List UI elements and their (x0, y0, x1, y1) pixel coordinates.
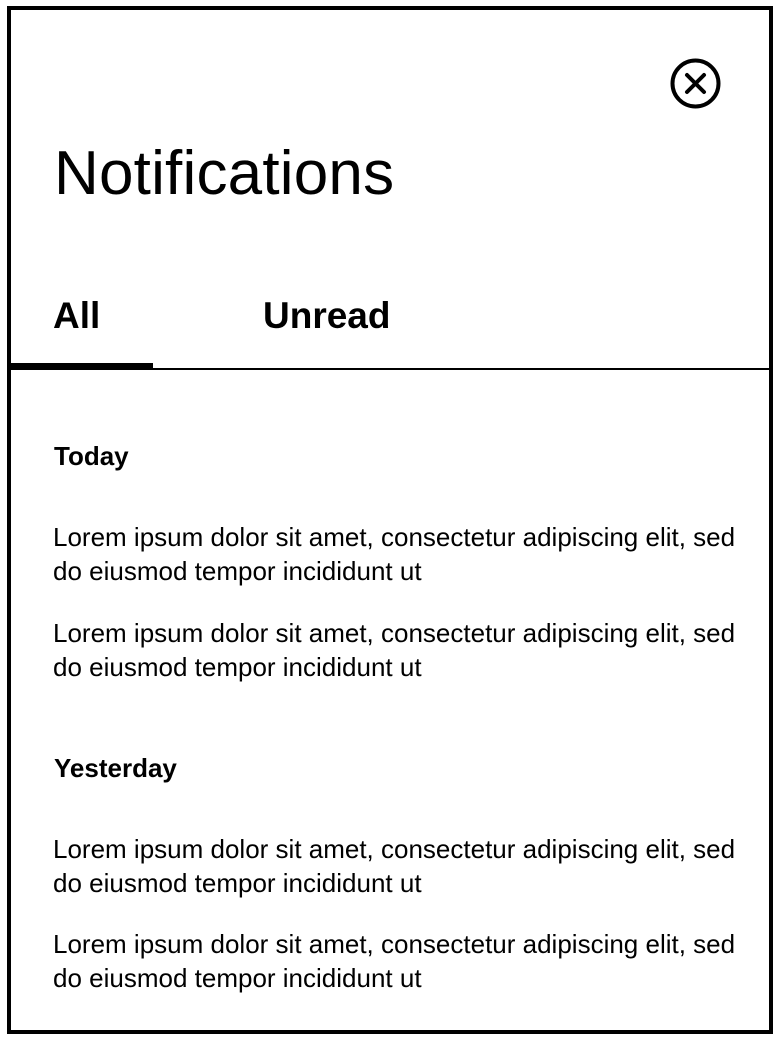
section-heading-yesterday: Yesterday (54, 753, 177, 783)
tab-all[interactable]: All (53, 294, 100, 338)
notifications-panel: Notifications All Unread Today Lorem ips… (7, 6, 773, 1034)
tab-unread[interactable]: Unread (263, 294, 390, 338)
tabs-divider (11, 368, 769, 370)
section-heading-today: Today (54, 441, 129, 471)
notification-item[interactable]: Lorem ipsum dolor sit amet, consectetur … (53, 927, 743, 995)
page-title: Notifications (54, 139, 395, 208)
notification-item[interactable]: Lorem ipsum dolor sit amet, consectetur … (53, 832, 743, 900)
close-circle-icon (670, 58, 721, 109)
tab-bar: All Unread (11, 280, 769, 370)
notification-item[interactable]: Lorem ipsum dolor sit amet, consectetur … (53, 520, 743, 588)
notification-item[interactable]: Lorem ipsum dolor sit amet, consectetur … (53, 616, 743, 684)
close-button[interactable] (670, 58, 721, 109)
